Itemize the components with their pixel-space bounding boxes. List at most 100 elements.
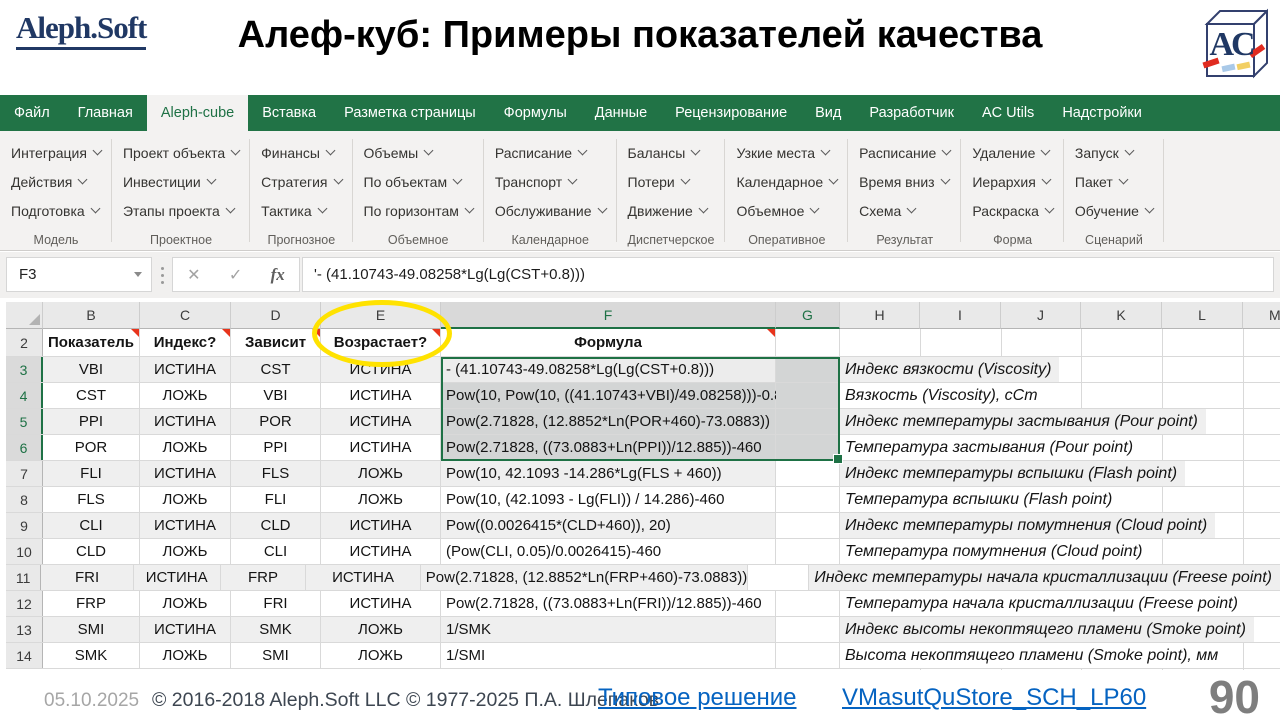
tab-aleph-cube[interactable]: Aleph-cube — [147, 95, 248, 131]
cell-depends[interactable]: SMI — [231, 643, 321, 668]
cell-formula[interactable]: Pow(2.71828, ((73.0883+Ln(PPI))/12.885))… — [441, 435, 776, 460]
cell-increasing[interactable]: ИСТИНА — [306, 565, 420, 590]
tab-insert[interactable]: Вставка — [248, 95, 330, 131]
column-header-j[interactable]: J — [1001, 302, 1081, 329]
cell-increasing[interactable]: ИСТИНА — [321, 513, 441, 538]
cell-description[interactable]: Индекс температуры вспышки (Flash point) — [840, 461, 1280, 486]
ribbon-item[interactable]: Инвестиции — [123, 167, 239, 196]
row-header[interactable]: 13 — [6, 617, 43, 642]
row-header[interactable]: 2 — [6, 329, 43, 356]
cell-indicator[interactable]: CLI — [43, 513, 140, 538]
enter-icon[interactable]: ✓ — [229, 265, 242, 285]
cell-increasing[interactable]: ЛОЖЬ — [321, 461, 441, 486]
cell-depends[interactable]: CLD — [231, 513, 321, 538]
cell-formula[interactable]: Pow(2.71828, (12.8852*Ln(FRP+460)-73.088… — [421, 565, 748, 590]
tab-addins[interactable]: Надстройки — [1048, 95, 1156, 131]
ribbon-item[interactable]: Запуск — [1075, 138, 1153, 167]
ribbon-item[interactable]: Обслуживание — [495, 196, 606, 225]
cell-description[interactable]: Высота некоптящего пламени (Smoke point)… — [840, 643, 1280, 668]
cell-depends[interactable]: PPI — [231, 435, 321, 460]
ribbon-item[interactable]: По объектам — [364, 167, 473, 196]
ribbon-item[interactable]: Иерархия — [972, 167, 1053, 196]
cell-index-flag[interactable]: ИСТИНА — [140, 409, 231, 434]
cell-description[interactable]: Температура застывания (Pour point) — [840, 435, 1280, 460]
cell-increasing[interactable]: ИСТИНА — [321, 539, 441, 564]
row-header[interactable]: 8 — [6, 487, 43, 512]
cell-increasing[interactable]: ИСТИНА — [321, 357, 441, 382]
row-header[interactable]: 3 — [6, 357, 43, 382]
cell-indicator[interactable]: FLS — [43, 487, 140, 512]
cell-empty[interactable] — [776, 383, 840, 408]
column-header-f[interactable]: F — [441, 302, 776, 329]
ribbon-item[interactable]: Интеграция — [11, 138, 101, 167]
column-header-e[interactable]: E — [321, 302, 441, 329]
cell-indicator[interactable]: SMK — [43, 643, 140, 668]
ribbon-item[interactable]: Тактика — [261, 196, 341, 225]
column-header-i[interactable]: I — [920, 302, 1001, 329]
cell-increasing[interactable]: ЛОЖЬ — [321, 643, 441, 668]
column-header-l[interactable]: L — [1162, 302, 1243, 329]
fill-handle[interactable] — [833, 454, 843, 464]
cancel-icon[interactable]: ✕ — [187, 265, 200, 285]
cell-index-flag[interactable]: ЛОЖЬ — [140, 435, 231, 460]
header-cell-depends[interactable]: Зависит — [231, 329, 321, 356]
ribbon-item[interactable]: Балансы — [628, 138, 715, 167]
select-all-corner[interactable] — [6, 302, 43, 329]
cell-increasing[interactable]: ИСТИНА — [321, 435, 441, 460]
cell-indicator[interactable]: POR — [43, 435, 140, 460]
tab-view[interactable]: Вид — [801, 95, 855, 131]
cell-index-flag[interactable]: ИСТИНА — [140, 461, 231, 486]
cell-empty[interactable] — [748, 565, 809, 590]
ribbon-item[interactable]: Удаление — [972, 138, 1053, 167]
cell-depends[interactable]: SMK — [231, 617, 321, 642]
cell-formula[interactable]: 1/SMK — [441, 617, 776, 642]
row-header[interactable]: 14 — [6, 643, 43, 668]
cell-description[interactable]: Температура вспышки (Flash point) — [840, 487, 1280, 512]
ribbon-item[interactable]: Транспорт — [495, 167, 606, 196]
row-header[interactable]: 12 — [6, 591, 43, 616]
row-header[interactable]: 11 — [6, 565, 41, 590]
cell-formula[interactable]: Pow(2.71828, (12.8852*Ln(POR+460)-73.088… — [441, 409, 776, 434]
cell-description[interactable]: Температура помутнения (Cloud point) — [840, 539, 1280, 564]
cell-formula[interactable]: Pow(10, Pow(10, ((41.10743+VBI)/49.08258… — [441, 383, 776, 408]
ribbon-item[interactable]: Объемы — [364, 138, 473, 167]
row-header[interactable]: 9 — [6, 513, 43, 538]
cell-increasing[interactable]: ИСТИНА — [321, 591, 441, 616]
ribbon-item[interactable]: Финансы — [261, 138, 341, 167]
cell-index-flag[interactable]: ИСТИНА — [140, 513, 231, 538]
cell-description[interactable]: Индекс температуры начала кристаллизации… — [809, 565, 1280, 590]
tab-data[interactable]: Данные — [581, 95, 661, 131]
tab-developer[interactable]: Разработчик — [855, 95, 968, 131]
row-header[interactable]: 10 — [6, 539, 43, 564]
ribbon-item[interactable]: Проект объекта — [123, 138, 239, 167]
cell-description[interactable]: Индекс температуры застывания (Pour poin… — [840, 409, 1280, 434]
cell-formula[interactable]: Pow(2.71828, ((73.0883+Ln(FRI))/12.885))… — [441, 591, 776, 616]
ribbon-item[interactable]: Этапы проекта — [123, 196, 239, 225]
cell-empty[interactable] — [776, 617, 840, 642]
row-header[interactable]: 5 — [6, 409, 43, 434]
ribbon-item[interactable]: Время вниз — [859, 167, 950, 196]
cell-empty[interactable] — [776, 329, 840, 356]
column-header-d[interactable]: D — [231, 302, 321, 329]
fx-icon[interactable]: fx — [271, 265, 285, 285]
cell-empty[interactable] — [776, 357, 840, 382]
cell-index-flag[interactable]: ЛОЖЬ — [140, 591, 231, 616]
ribbon-item[interactable]: Стратегия — [261, 167, 341, 196]
cell-increasing[interactable]: ЛОЖЬ — [321, 617, 441, 642]
cell-indicator[interactable]: FRP — [43, 591, 140, 616]
cell-depends[interactable]: FLI — [231, 487, 321, 512]
ribbon-item[interactable]: Действия — [11, 167, 101, 196]
ribbon-item[interactable]: Расписание — [859, 138, 950, 167]
header-cell-index[interactable]: Индекс? — [140, 329, 231, 356]
column-header-m[interactable]: M — [1243, 302, 1280, 329]
cell-empty[interactable] — [776, 539, 840, 564]
cell-depends[interactable]: POR — [231, 409, 321, 434]
cell-description[interactable]: Индекс вязкости (Viscosity) — [840, 357, 1280, 382]
ribbon-item[interactable]: Узкие места — [736, 138, 837, 167]
cell-increasing[interactable]: ЛОЖЬ — [321, 487, 441, 512]
column-header-k[interactable]: K — [1081, 302, 1162, 329]
cell-empty[interactable] — [776, 409, 840, 434]
cell-empty[interactable] — [776, 435, 840, 460]
formula-input[interactable]: '- (41.10743-49.08258*Lg(Lg(CST+0.8))) — [302, 257, 1274, 292]
cell-empty[interactable] — [776, 591, 840, 616]
